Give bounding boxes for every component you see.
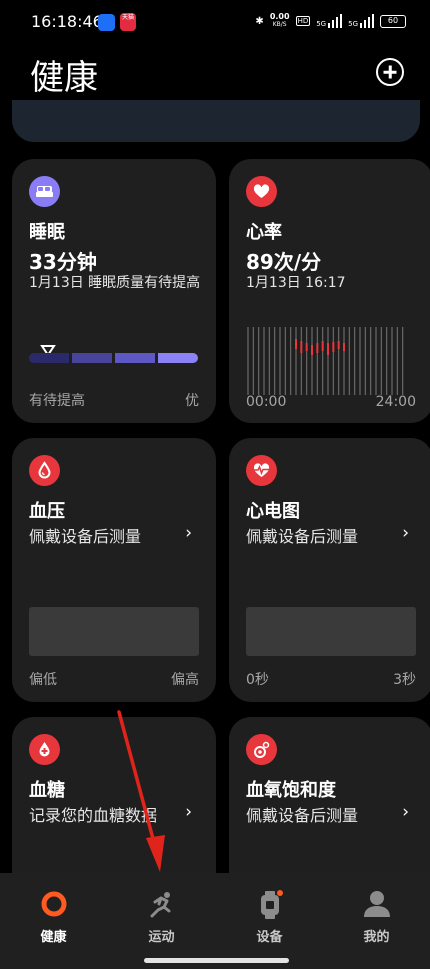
sleep-bar-seg-3: [115, 353, 155, 363]
ecg-legend-start: 0秒: [246, 672, 269, 688]
heart-rate-card[interactable]: 心率 89次/分 1月13日 16:17 00:00 24:00: [229, 159, 430, 423]
tab-exercise-label: 运动: [148, 930, 175, 945]
chevron-right-icon[interactable]: ›: [185, 802, 192, 822]
status-indicators: ✱ 0.00 KB/S HD 5G 5G 60: [255, 13, 406, 29]
ecg-title: 心电图: [246, 501, 300, 522]
network-speed-value: 0.00: [269, 12, 290, 21]
sleep-bar-seg-4: [158, 353, 198, 363]
spo2-subtitle: 佩戴设备后测量: [246, 806, 359, 825]
home-indicator[interactable]: [144, 958, 289, 963]
status-bar: 16:18:46 天猫 ✱ 0.00 KB/S HD 5G 5G 60: [0, 0, 430, 46]
add-button[interactable]: [376, 58, 404, 86]
blood-sugar-icon: [29, 734, 60, 765]
chevron-right-icon[interactable]: ›: [185, 523, 192, 543]
blood-pressure-title: 血压: [29, 501, 65, 522]
tab-health-label: 健康: [40, 930, 67, 945]
signal-icon-1: 5G: [316, 14, 343, 28]
blood-pressure-legend-low: 偏低: [29, 672, 57, 688]
heart-rate-legend-end: 24:00: [375, 394, 416, 410]
battery-icon: 60: [380, 14, 406, 28]
chevron-right-icon[interactable]: ›: [402, 802, 409, 822]
sleep-value: 33分钟: [29, 250, 97, 274]
tab-devices-label: 设备: [256, 930, 283, 945]
tab-devices[interactable]: 设备: [216, 873, 323, 953]
heart-rate-subtitle: 1月13日 16:17: [246, 275, 346, 291]
sleep-title: 睡眠: [29, 222, 65, 243]
bluetooth-icon: ✱: [255, 15, 264, 27]
blood-pressure-subtitle: 佩戴设备后测量: [29, 527, 142, 546]
top-card-partial[interactable]: [12, 100, 420, 142]
bed-icon: [29, 176, 60, 207]
network-type-2: 5G: [348, 20, 358, 28]
status-time: 16:18:46: [31, 12, 103, 31]
user-icon: [363, 891, 390, 917]
sleep-legend-high: 优: [185, 393, 199, 409]
ecg-legend-end: 3秒: [393, 672, 416, 688]
blood-sugar-card[interactable]: 血糖 记录您的血糖数据 ›: [12, 717, 216, 897]
heart-rate-legend-start: 00:00: [246, 394, 287, 410]
network-type-1: 5G: [316, 20, 327, 28]
app-notification-icon: [98, 14, 115, 31]
heartbeat-icon: [246, 455, 277, 486]
ecg-chart-placeholder: [246, 607, 416, 656]
ecg-subtitle: 佩戴设备后测量: [246, 527, 359, 546]
sleep-legend-low: 有待提高: [29, 393, 85, 409]
spo2-title: 血氧饱和度: [246, 780, 336, 801]
tab-me-label: 我的: [363, 930, 390, 945]
tab-health[interactable]: 健康: [0, 873, 107, 953]
chevron-right-icon[interactable]: ›: [402, 523, 409, 543]
network-speed: 0.00 KB/S: [270, 13, 290, 29]
blood-sugar-title: 血糖: [29, 780, 65, 801]
spo2-card[interactable]: 血氧饱和度 佩戴设备后测量 ›: [229, 717, 430, 897]
sleep-bar-seg-2: [72, 353, 112, 363]
running-icon: [150, 892, 170, 918]
sleep-bar-seg-1: [29, 353, 69, 363]
page-title: 健康: [30, 58, 98, 98]
sleep-card[interactable]: 睡眠 33分钟 1月13日 睡眠质量有待提高 有待提高 优: [12, 159, 216, 423]
bottom-nav: 健康 运动 设备 我的: [0, 873, 430, 969]
blood-sugar-subtitle: 记录您的血糖数据: [29, 806, 158, 825]
watch-icon: [260, 890, 283, 919]
blood-pressure-card[interactable]: 血压 佩戴设备后测量 › 偏低 偏高: [12, 438, 216, 702]
sleep-quality-bar: [29, 353, 198, 363]
heart-rate-value: 89次/分: [246, 250, 322, 274]
heart-rate-chart: [247, 327, 404, 395]
blood-pressure-chart-placeholder: [29, 607, 199, 656]
heart-rate-title: 心率: [246, 222, 282, 243]
tab-exercise[interactable]: 运动: [108, 873, 215, 953]
signal-icon-2: 5G: [348, 14, 374, 28]
health-ring-icon: [41, 891, 66, 917]
network-speed-unit: KB/S: [272, 21, 287, 28]
tab-me[interactable]: 我的: [323, 873, 430, 953]
sleep-subtitle: 1月13日 睡眠质量有待提高: [29, 275, 201, 291]
heart-icon: [246, 176, 277, 207]
blood-pressure-legend-high: 偏高: [171, 672, 199, 688]
tmall-notification-icon: 天猫: [120, 13, 136, 31]
oxygen-icon: [246, 734, 277, 765]
ecg-card[interactable]: 心电图 佩戴设备后测量 › 0秒 3秒: [229, 438, 430, 702]
blood-drop-icon: [29, 455, 60, 486]
hd-badge: HD: [295, 16, 311, 26]
